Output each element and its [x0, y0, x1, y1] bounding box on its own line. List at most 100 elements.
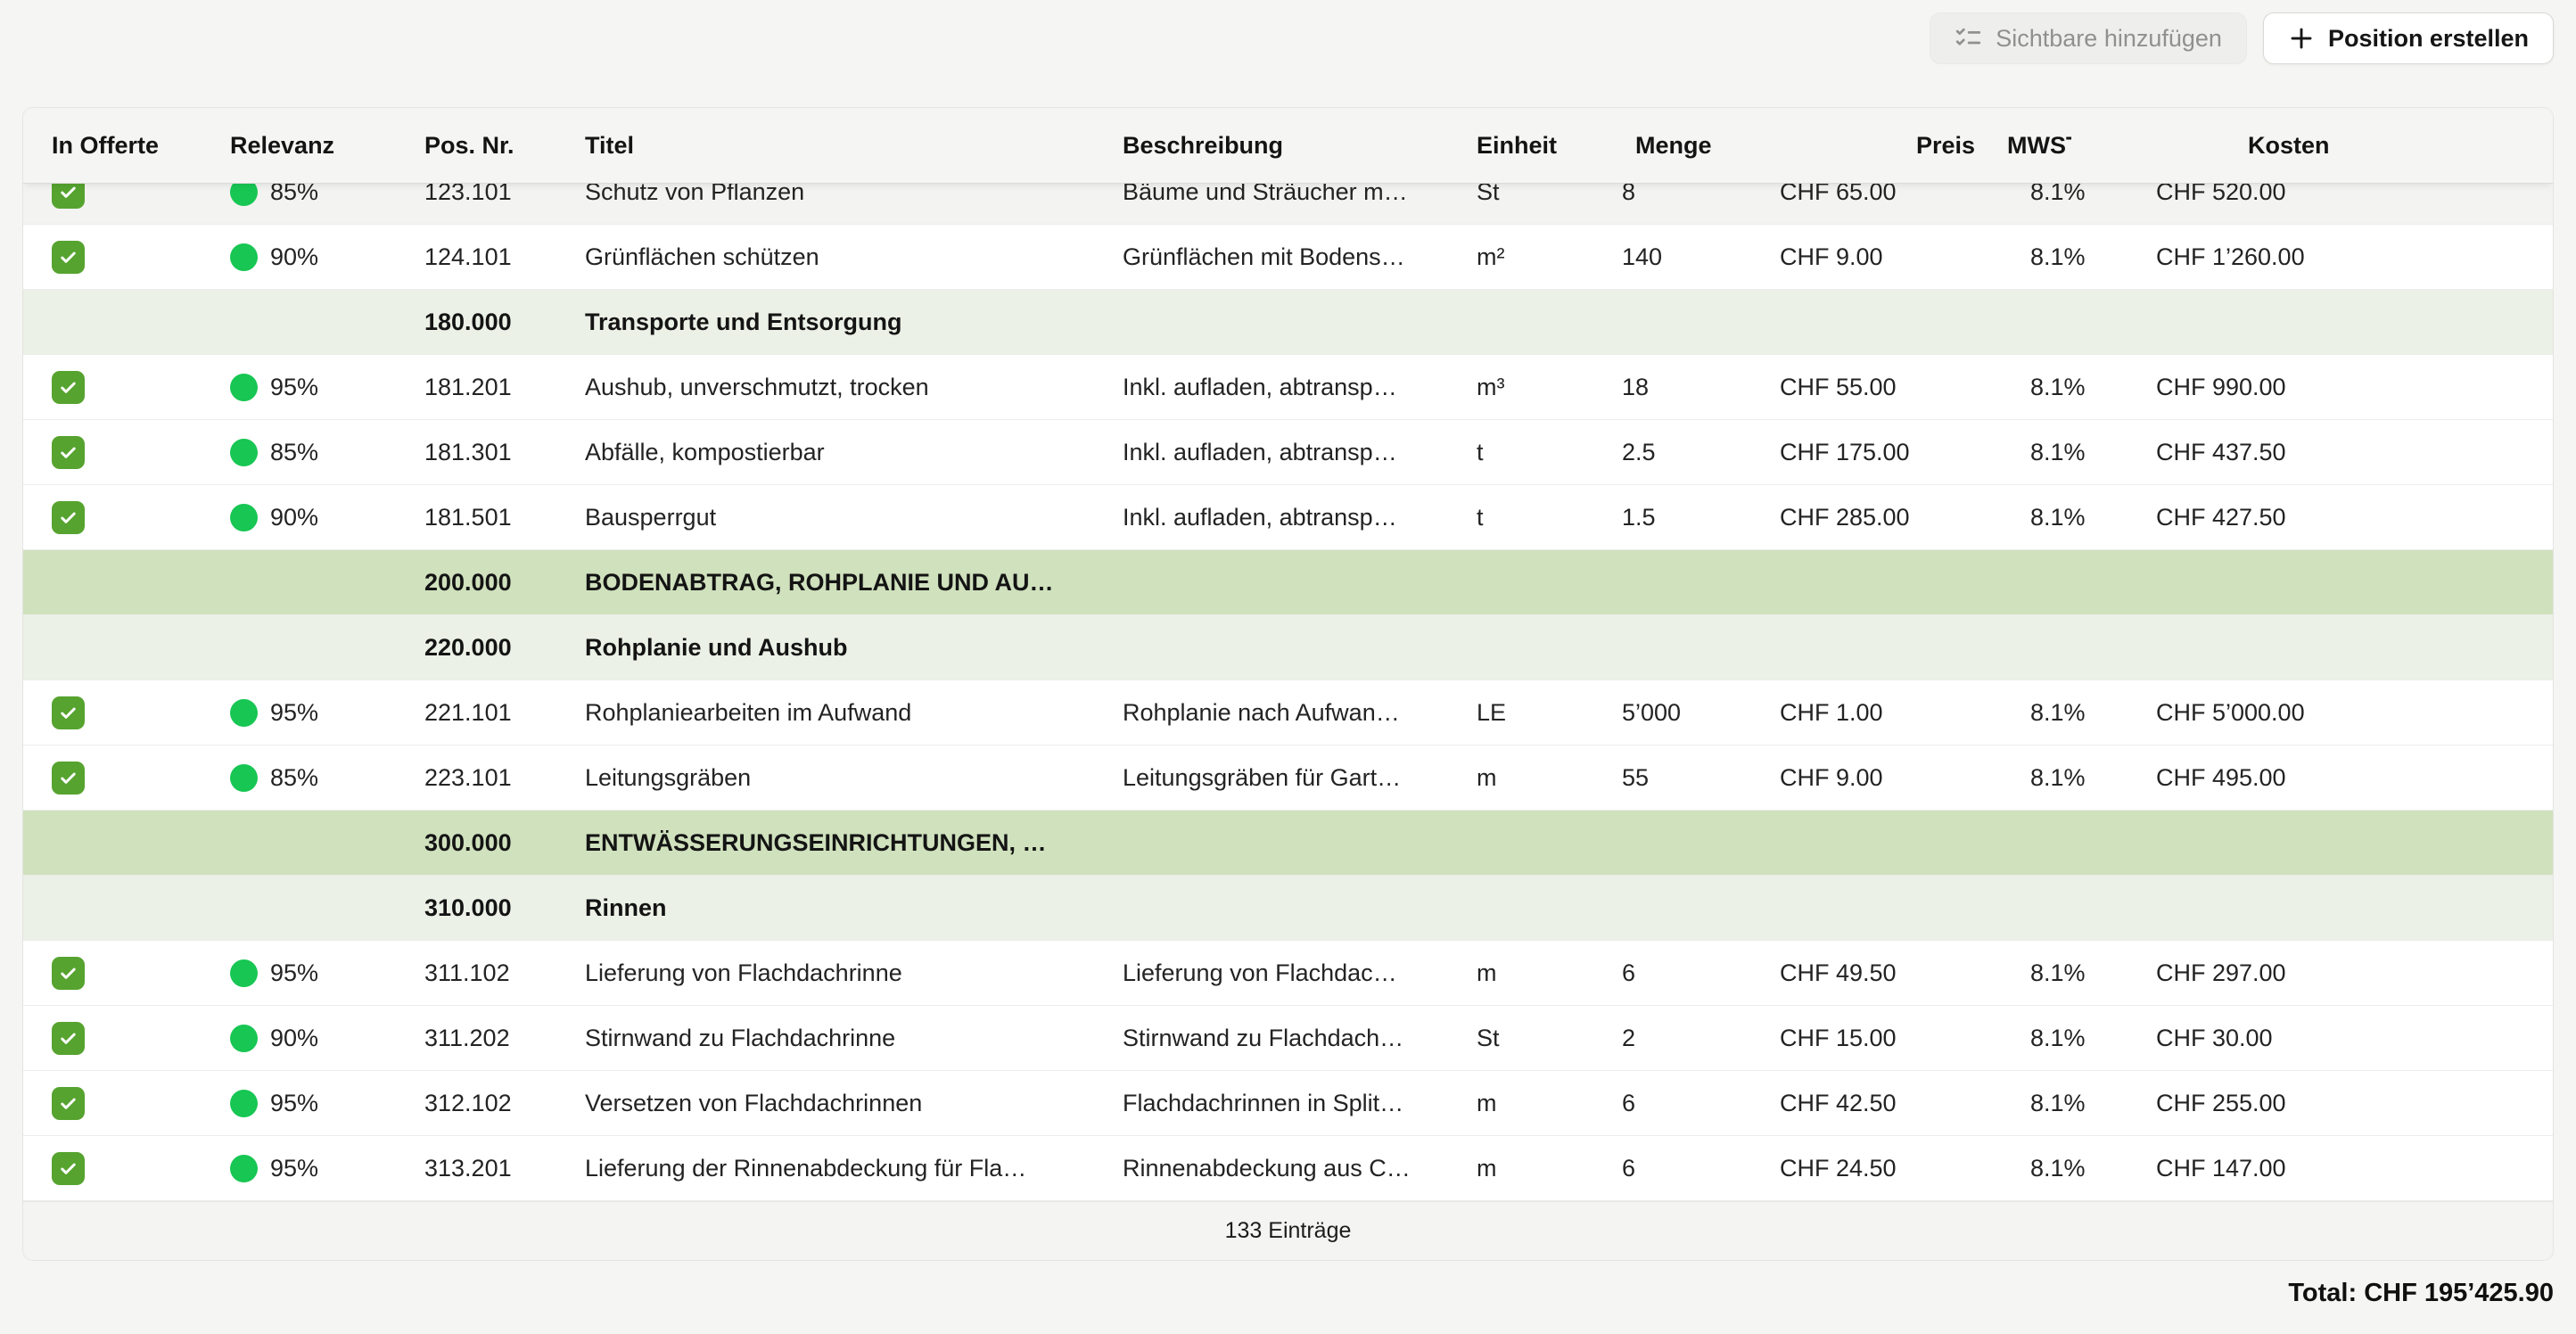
cell-titel: Leitungsgräben — [585, 764, 1123, 792]
cell-pos-nr: 223.101 — [424, 764, 585, 792]
cell-pos-nr: 312.102 — [424, 1090, 585, 1117]
table-row[interactable]: 95%181.201Aushub, unverschmutzt, trocken… — [23, 355, 2553, 420]
relevance-dot-icon — [230, 959, 258, 987]
cell-menge: 6 — [1622, 1090, 1780, 1117]
cell-beschreibung: Flachdachrinnen in Split… — [1123, 1090, 1477, 1117]
cell-pos-nr: 221.101 — [424, 699, 585, 727]
cell-menge: 5’000 — [1622, 699, 1780, 727]
checkbox-checked[interactable] — [52, 1087, 85, 1120]
cell-titel: Versetzen von Flachdachrinnen — [585, 1090, 1123, 1117]
cell-titel: Aushub, unverschmutzt, trocken — [585, 374, 1123, 401]
cell-in-offerte — [52, 696, 230, 729]
table-row[interactable]: 85%181.301Abfälle, kompostierbarInkl. au… — [23, 420, 2553, 485]
section-row[interactable]: 200.000BODENABTRAG, ROHPLANIE UND AU… — [23, 550, 2553, 615]
cell-einheit: m — [1477, 959, 1622, 987]
table-row[interactable]: 85%223.101LeitungsgräbenLeitungsgräben f… — [23, 745, 2553, 811]
add-visible-button[interactable]: Sichtbare hinzufügen — [1930, 12, 2247, 64]
checkbox-checked[interactable] — [52, 501, 85, 534]
cell-relevanz: 90% — [230, 504, 424, 531]
column-header-kosten: Kosten — [2141, 132, 2524, 160]
checkbox-checked[interactable] — [52, 241, 85, 274]
cell-relevanz: 85% — [230, 439, 424, 466]
cell-pos-nr: 181.501 — [424, 504, 585, 531]
cell-pos-nr: 310.000 — [424, 894, 585, 922]
checkbox-checked[interactable] — [52, 371, 85, 404]
add-visible-label: Sichtbare hinzufügen — [1996, 25, 2222, 53]
cell-pos-nr: 313.201 — [424, 1155, 585, 1182]
cell-relevanz: 90% — [230, 1025, 424, 1052]
table-row[interactable]: 95%221.101Rohplaniearbeiten im AufwandRo… — [23, 680, 2553, 745]
check-icon — [58, 442, 78, 463]
cell-relevanz: 95% — [230, 374, 424, 401]
column-header-einheit: Einheit — [1477, 132, 1622, 160]
cell-in-offerte — [52, 436, 230, 469]
cell-mwst: 8.1% — [2007, 243, 2141, 271]
cell-menge: 6 — [1622, 959, 1780, 987]
cell-titel: Bausperrgut — [585, 504, 1123, 531]
table-row[interactable]: 95%313.201Lieferung der Rinnenabdeckung … — [23, 1136, 2553, 1201]
check-icon — [58, 963, 78, 984]
cell-preis: CHF 9.00 — [1780, 764, 2007, 792]
section-row[interactable]: 180.000Transporte und Entsorgung — [23, 290, 2553, 355]
cell-menge: 6 — [1622, 1155, 1780, 1182]
table-row[interactable]: 95%311.102Lieferung von FlachdachrinneLi… — [23, 941, 2553, 1006]
cell-relevanz: 95% — [230, 1155, 424, 1182]
cell-in-offerte — [52, 1152, 230, 1185]
column-header-mwst: MWST — [2007, 132, 2141, 160]
column-header-preis: Preis — [1780, 132, 2007, 160]
table-row[interactable]: 90%311.202Stirnwand zu FlachdachrinneSti… — [23, 1006, 2553, 1071]
cell-mwst: 8.1% — [2007, 504, 2141, 531]
checkbox-checked[interactable] — [52, 696, 85, 729]
cell-pos-nr: 124.101 — [424, 243, 585, 271]
check-icon — [58, 1028, 78, 1049]
cell-mwst: 8.1% — [2007, 959, 2141, 987]
cell-pos-nr: 180.000 — [424, 309, 585, 336]
cell-einheit: m — [1477, 764, 1622, 792]
cell-pos-nr: 181.301 — [424, 439, 585, 466]
table-row[interactable]: 95%312.102Versetzen von FlachdachrinnenF… — [23, 1071, 2553, 1136]
cell-kosten: CHF 437.50 — [2141, 439, 2524, 466]
checkbox-checked[interactable] — [52, 762, 85, 795]
table-body: 85%123.101Schutz von PflanzenBäume und S… — [23, 160, 2553, 1201]
total-amount: Total: CHF 195’425.90 — [2288, 1279, 2554, 1308]
cell-mwst: 8.1% — [2007, 1155, 2141, 1182]
app-root: { "toolbar": { "buttons": [ { "id": "add… — [0, 0, 2576, 1334]
checkbox-checked[interactable] — [52, 1022, 85, 1055]
cell-kosten: CHF 5’000.00 — [2141, 699, 2524, 727]
cell-kosten: CHF 30.00 — [2141, 1025, 2524, 1052]
cell-pos-nr: 311.202 — [424, 1025, 585, 1052]
cell-pos-nr: 181.201 — [424, 374, 585, 401]
cell-preis: CHF 285.00 — [1780, 504, 2007, 531]
cell-kosten: CHF 255.00 — [2141, 1090, 2524, 1117]
cell-titel: Rohplanie und Aushub — [585, 634, 2524, 662]
table-row[interactable]: 90%181.501BausperrgutInkl. aufladen, abt… — [23, 485, 2553, 550]
relevance-dot-icon — [230, 764, 258, 792]
checkbox-checked[interactable] — [52, 957, 85, 990]
table-row[interactable]: 90%124.101Grünflächen schützenGrünfläche… — [23, 225, 2553, 290]
cell-preis: CHF 175.00 — [1780, 439, 2007, 466]
cell-mwst: 8.1% — [2007, 374, 2141, 401]
cell-kosten: CHF 147.00 — [2141, 1155, 2524, 1182]
check-icon — [58, 1093, 78, 1114]
cell-mwst: 8.1% — [2007, 439, 2141, 466]
cell-mwst: 8.1% — [2007, 699, 2141, 727]
create-position-button[interactable]: Position erstellen — [2263, 12, 2554, 64]
cell-einheit: St — [1477, 1025, 1622, 1052]
relevance-value: 90% — [270, 504, 318, 531]
relevance-value: 95% — [270, 699, 318, 727]
section-row[interactable]: 310.000Rinnen — [23, 876, 2553, 941]
cell-menge: 140 — [1622, 243, 1780, 271]
relevance-dot-icon — [230, 699, 258, 727]
relevance-value: 95% — [270, 959, 318, 987]
relevance-value: 90% — [270, 1025, 318, 1052]
check-icon — [58, 507, 78, 528]
section-row[interactable]: 300.000ENTWÄSSERUNGSEINRICHTUNGEN, … — [23, 811, 2553, 876]
plus-icon — [2288, 25, 2315, 52]
cell-beschreibung: Rohplanie nach Aufwan… — [1123, 699, 1477, 727]
checkbox-checked[interactable] — [52, 1152, 85, 1185]
cell-titel: Lieferung der Rinnenabdeckung für Fla… — [585, 1155, 1123, 1182]
cell-in-offerte — [52, 1087, 230, 1120]
checkbox-checked[interactable] — [52, 436, 85, 469]
section-row[interactable]: 220.000Rohplanie und Aushub — [23, 615, 2553, 680]
cell-pos-nr: 300.000 — [424, 829, 585, 857]
